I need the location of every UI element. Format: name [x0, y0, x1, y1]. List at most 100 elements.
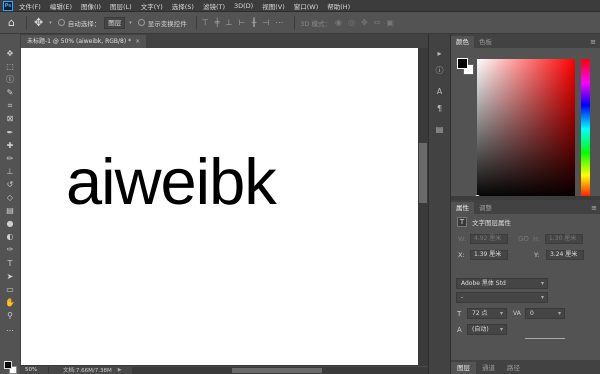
x-label: X:	[458, 251, 465, 259]
height-field[interactable]: 1.30 厘米	[544, 234, 583, 244]
align-top-icon[interactable]: ⊤	[202, 18, 209, 27]
character-icon[interactable]: A	[434, 86, 446, 98]
properties-title: 文字图层属性	[472, 219, 511, 227]
quick-select-icon[interactable]: ✎	[3, 86, 17, 99]
clone-stamp-icon[interactable]: ⊥	[3, 165, 17, 178]
3d-slide-icon[interactable]: ⇔	[374, 18, 381, 27]
align-right-icon[interactable]: ⊣	[262, 18, 269, 27]
document-canvas[interactable]: aiweibk	[21, 48, 418, 365]
path-select-icon[interactable]: ➤	[3, 270, 17, 283]
align-hcenter-icon[interactable]: ╫	[251, 18, 256, 27]
width-label: W:	[458, 235, 467, 243]
leading-dropdown[interactable]: (自动) ▾	[467, 324, 507, 335]
menu-file[interactable]: 文件(F)	[19, 1, 41, 11]
tab-channels[interactable]: 通道	[476, 362, 501, 374]
vertical-scrollbar[interactable]	[418, 48, 428, 365]
hand-icon[interactable]: ✋	[3, 296, 17, 309]
auto-select-dropdown[interactable]: 图层	[104, 16, 126, 29]
marquee-icon[interactable]: ⬚	[3, 60, 17, 73]
3d-pan-icon[interactable]: ✥	[361, 18, 368, 27]
gradient-icon[interactable]: ▤	[3, 204, 17, 217]
menu-help[interactable]: 帮助(H)	[327, 1, 350, 11]
leading-value: (自动)	[472, 326, 489, 333]
vertical-scroll-thumb[interactable]	[419, 143, 427, 203]
menu-select[interactable]: 选择(S)	[172, 1, 194, 11]
document-tab[interactable]: 未标题-1 @ 50% (aiweibk, RGB/8) * ×	[21, 35, 147, 48]
status-bar: 50% 文档:7.66M/7.38M ▶	[21, 365, 428, 374]
menu-type[interactable]: 文字(Y)	[141, 1, 163, 11]
align-left-icon[interactable]: ⊢	[239, 18, 246, 27]
distribute-icon[interactable]: ⋯	[275, 18, 283, 27]
link-icon[interactable]: GO	[518, 235, 529, 243]
foreground-color-swatch[interactable]	[4, 361, 12, 369]
canvas-text-layer[interactable]: aiweibk	[66, 144, 277, 219]
tab-properties[interactable]: 属性	[451, 202, 474, 214]
horizontal-scrollbar[interactable]	[131, 366, 428, 374]
menu-layer[interactable]: 图层(L)	[110, 1, 132, 11]
menu-filter[interactable]: 滤镜(T)	[203, 1, 225, 11]
menu-3d[interactable]: 3D(D)	[234, 2, 253, 10]
frame-icon[interactable]: ⊠	[3, 112, 17, 125]
libraries-icon[interactable]: ▤	[434, 124, 446, 136]
y-field[interactable]: 3.24 厘米	[546, 250, 584, 260]
history-brush-icon[interactable]: ↺	[3, 178, 17, 191]
close-icon[interactable]: ×	[135, 38, 140, 45]
menu-edit[interactable]: 编辑(E)	[50, 1, 72, 11]
align-vcenter-icon[interactable]: ╪	[215, 18, 220, 27]
pen-icon[interactable]: ✑	[3, 243, 17, 256]
3d-roll-icon[interactable]: ◎	[348, 18, 355, 27]
tab-swatches[interactable]: 色板	[474, 36, 497, 48]
font-style-dropdown[interactable]: - ▾	[456, 292, 548, 303]
width-field[interactable]: 4.92 厘米	[470, 234, 508, 244]
menu-window[interactable]: 窗口(W)	[294, 1, 319, 11]
lasso-icon[interactable]: ⓛ	[3, 73, 17, 86]
zoom-icon[interactable]: ⚲	[3, 309, 17, 322]
3d-orbit-icon[interactable]: ◉	[335, 18, 342, 27]
photoshop-logo: Ps	[3, 0, 13, 11]
blur-icon[interactable]: ●	[3, 217, 17, 230]
home-icon[interactable]: ⌂	[8, 16, 15, 29]
tab-layers[interactable]: 图层	[451, 362, 476, 374]
horizontal-scroll-thumb[interactable]	[231, 367, 322, 373]
3d-scale-icon[interactable]: ▣	[386, 18, 394, 27]
tab-paths[interactable]: 路径	[501, 362, 526, 374]
move-tool-icon[interactable]: ✥	[34, 16, 43, 29]
move-icon[interactable]: ✥	[3, 47, 17, 60]
chevron-down-icon[interactable]: ▾	[129, 20, 132, 26]
align-bottom-icon[interactable]: ⊥	[226, 18, 233, 27]
hue-slider[interactable]	[581, 59, 590, 199]
rectangle-icon[interactable]: ▭	[3, 283, 17, 296]
font-family-dropdown[interactable]: Adobe 黑体 Std ▾	[456, 278, 548, 289]
x-field[interactable]: 1.39 厘米	[470, 250, 508, 260]
more-tools-icon[interactable]: …	[3, 322, 17, 335]
foreground-color-chip[interactable]	[457, 58, 468, 69]
zoom-level[interactable]: 50%	[21, 367, 49, 373]
menu-image[interactable]: 图像(I)	[81, 1, 101, 11]
paragraph-icon[interactable]: ¶	[434, 103, 446, 115]
dodge-icon[interactable]: ◐	[3, 230, 17, 243]
position-row: X: 1.39 厘米 Y: 3.24 厘米	[451, 248, 600, 262]
tab-color[interactable]: 颜色	[451, 36, 474, 48]
history-icon[interactable]: ▸	[434, 48, 446, 60]
auto-select-checkbox[interactable]	[57, 19, 65, 26]
eyedropper-icon[interactable]: ✒	[3, 126, 17, 139]
info-icon[interactable]: ⓘ	[434, 65, 446, 77]
status-menu-icon[interactable]: ▶	[118, 367, 122, 373]
kerning-dropdown[interactable]: 0 ▾	[525, 308, 565, 319]
panel-menu-icon[interactable]: ≡	[590, 36, 596, 48]
crop-icon[interactable]: ⌗	[3, 99, 17, 112]
color-picker-field[interactable]	[475, 59, 575, 200]
font-size-value: 72 点	[472, 310, 488, 317]
healing-brush-icon[interactable]: ✚	[3, 139, 17, 152]
eraser-icon[interactable]: ◇	[3, 191, 17, 204]
font-size-dropdown[interactable]: 72 点 ▾	[467, 308, 507, 319]
panel-menu-icon[interactable]: ≡	[591, 202, 597, 214]
type-icon[interactable]: T	[3, 257, 17, 270]
tab-adjustments[interactable]: 调整	[474, 202, 497, 214]
menu-view[interactable]: 视图(V)	[262, 1, 285, 11]
brush-icon[interactable]: ✏	[3, 152, 17, 165]
show-transform-checkbox[interactable]	[137, 19, 145, 26]
canvas-workspace: aiweibk	[21, 48, 428, 365]
chevron-down-icon[interactable]: ▾	[49, 20, 52, 26]
properties-header: T 文字图层属性	[451, 214, 600, 230]
